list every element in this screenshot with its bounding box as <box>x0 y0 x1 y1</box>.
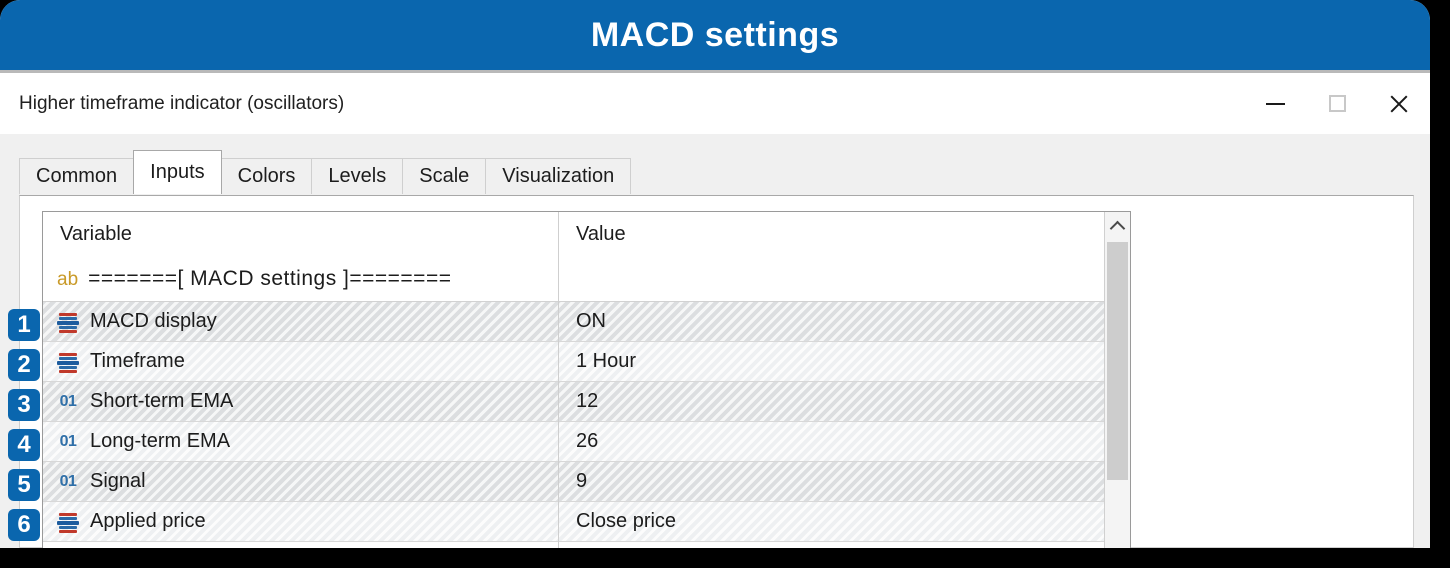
badge-4: 4 <box>8 429 40 461</box>
macd-settings-window: MACD settings Higher timeframe indicator… <box>0 0 1430 548</box>
enum-icon <box>57 511 79 533</box>
table-header-row: Variable Value <box>43 212 1130 257</box>
row-variable-label: Long-term EMA <box>90 430 231 452</box>
integer-icon: 01 <box>59 392 77 410</box>
minimize-icon <box>1265 102 1285 105</box>
close-button[interactable] <box>1368 73 1430 134</box>
tab-visualization[interactable]: Visualization <box>485 158 632 194</box>
integer-icon: 01 <box>59 432 77 450</box>
row-value-cell[interactable]: 26 <box>559 422 1130 461</box>
dialog-body: Common Inputs Colors Levels Scale Visual… <box>0 134 1430 548</box>
row-variable-cell: Timeframe <box>43 342 559 381</box>
maximize-button[interactable] <box>1306 73 1368 134</box>
badge-3: 3 <box>8 389 40 421</box>
ab-string-icon: ab <box>57 268 79 290</box>
table-row[interactable]: 01 Short-term EMA 12 <box>43 382 1130 422</box>
annotation-badges: 1 2 3 4 5 6 <box>8 309 40 549</box>
row-variable-cell: MACD display <box>43 302 559 341</box>
enum-icon <box>57 311 79 333</box>
maximize-icon <box>1328 95 1346 112</box>
tab-scale[interactable]: Scale <box>402 158 487 194</box>
table-row[interactable]: Timeframe 1 Hour <box>43 342 1130 382</box>
row-variable-label: Timeframe <box>90 350 185 372</box>
header-value: Value <box>576 223 626 245</box>
row-variable-label: Applied price <box>90 510 206 532</box>
minimize-button[interactable] <box>1244 73 1306 134</box>
row-variable-label: MACD display <box>90 310 217 332</box>
table-row-group-header[interactable]: ab =======[ MACD settings ]======== <box>43 257 1130 302</box>
row-variable-cell: Applied price <box>43 502 559 541</box>
window-controls <box>1244 73 1430 134</box>
integer-icon: 01 <box>59 472 77 490</box>
row-variable-label: Short-term EMA <box>90 390 234 412</box>
table-row[interactable]: 01 Long-term EMA 26 <box>43 422 1130 462</box>
tab-levels[interactable]: Levels <box>311 158 404 194</box>
row-value-cell[interactable]: 1 Hour <box>559 342 1130 381</box>
badge-2: 2 <box>8 349 40 381</box>
row-variable-cell: 01 Long-term EMA <box>43 422 559 461</box>
row-variable-cell: 01 Short-term EMA <box>43 382 559 421</box>
group-header-label: =======[ MACD settings ]======== <box>88 267 452 290</box>
tab-strip: Common Inputs Colors Levels Scale Visual… <box>19 150 632 194</box>
column-divider <box>558 212 559 548</box>
header-variable: Variable <box>60 223 132 245</box>
scroll-up-button[interactable] <box>1105 212 1130 240</box>
enum-icon <box>57 351 79 373</box>
table-row[interactable]: 01 Signal 9 <box>43 462 1130 502</box>
close-icon <box>1388 93 1410 115</box>
row-variable-label: Signal <box>90 470 146 492</box>
chevron-up-icon <box>1109 220 1126 236</box>
row-value-cell[interactable]: ON <box>559 302 1130 341</box>
dialog-title: Higher timeframe indicator (oscillators) <box>19 92 345 114</box>
badge-6: 6 <box>8 509 40 541</box>
vertical-scrollbar[interactable] <box>1104 212 1130 548</box>
inputs-tab-panel: Variable Value ab =======[ MACD settings… <box>19 195 1414 548</box>
tab-common[interactable]: Common <box>19 158 135 194</box>
group-header-value <box>559 257 1130 301</box>
tab-colors[interactable]: Colors <box>220 158 313 194</box>
badge-1: 1 <box>8 309 40 341</box>
table-rows: MACD display ON Timeframe 1 Hour 01 Shor… <box>43 302 1130 542</box>
badge-5: 5 <box>8 469 40 501</box>
banner-title: MACD settings <box>590 16 840 54</box>
row-value-cell[interactable]: Close price <box>559 502 1130 541</box>
dialog-titlebar: Higher timeframe indicator (oscillators) <box>0 73 1430 134</box>
table-row[interactable]: MACD display ON <box>43 302 1130 342</box>
banner: MACD settings <box>0 0 1430 70</box>
table-row[interactable]: Applied price Close price <box>43 502 1130 542</box>
inputs-table: Variable Value ab =======[ MACD settings… <box>42 211 1131 548</box>
row-variable-cell: 01 Signal <box>43 462 559 501</box>
row-value-cell[interactable]: 9 <box>559 462 1130 501</box>
screenshot-root: MACD settings Higher timeframe indicator… <box>0 0 1450 568</box>
scrollbar-thumb[interactable] <box>1107 242 1128 480</box>
row-value-cell[interactable]: 12 <box>559 382 1130 421</box>
tab-inputs[interactable]: Inputs <box>133 150 222 194</box>
